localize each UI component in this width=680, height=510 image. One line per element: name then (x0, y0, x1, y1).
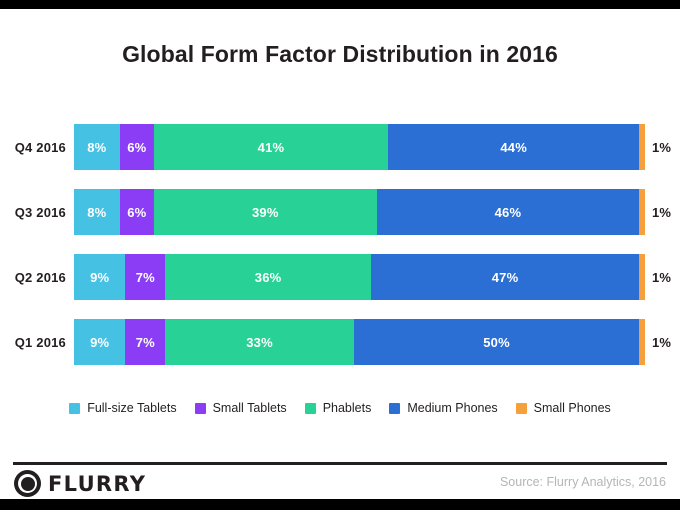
bar-segment[interactable]: 47% (370, 254, 640, 300)
segment-outside-value: 1% (652, 204, 672, 220)
chart-canvas: Global Form Factor Distribution in 2016 … (0, 0, 680, 510)
stacked-bar: 9% 7% 33% 50% (74, 319, 645, 365)
flurry-circle-logo-icon (14, 470, 41, 497)
stacked-bar: 8% 6% 41% 44% (74, 124, 645, 170)
stacked-bar: 8% 6% 39% 46% (74, 189, 645, 235)
row-category-label: Q1 2016 (14, 334, 66, 350)
source-attribution: Source: Flurry Analytics, 2016 (499, 475, 666, 489)
chart-row: Q1 2016 9% 7% 33% 50% 1% (0, 319, 680, 365)
legend-swatch-icon (69, 402, 81, 414)
legend-swatch-icon (304, 402, 316, 414)
bar-segment[interactable]: 6% (119, 124, 154, 170)
bar-segment[interactable] (639, 254, 645, 300)
legend-label: Medium Phones (407, 401, 498, 415)
chart-row: Q3 2016 8% 6% 39% 46% 1% (0, 189, 680, 235)
segment-outside-value: 1% (652, 269, 672, 285)
segment-outside-value: 1% (652, 334, 672, 350)
legend-label: Full-size Tablets (87, 401, 177, 415)
bar-segment[interactable]: 9% (74, 254, 126, 300)
bar-segment[interactable]: 39% (153, 189, 377, 235)
bar-segment[interactable]: 46% (376, 189, 640, 235)
legend-item[interactable]: Full-size Tablets (69, 401, 177, 415)
bar-segment[interactable] (639, 124, 645, 170)
bar-segment[interactable]: 44% (388, 124, 640, 170)
chart-row: Q4 2016 8% 6% 41% 44% 1% (0, 124, 680, 170)
segment-outside-value: 1% (652, 139, 672, 155)
legend-item[interactable]: Small Phones (515, 401, 611, 415)
legend-swatch-icon (515, 402, 527, 414)
legend-label: Small Phones (533, 401, 611, 415)
bar-segment[interactable]: 50% (353, 319, 640, 365)
top-border-bar (0, 0, 680, 9)
bar-segment[interactable]: 41% (153, 124, 389, 170)
legend-label: Phablets (322, 401, 372, 415)
brand-logo: FLURRY (14, 470, 146, 497)
bottom-border-bar (0, 499, 680, 510)
brand-name: FLURRY (48, 471, 147, 496)
bar-segment[interactable]: 8% (74, 189, 120, 235)
row-category-label: Q4 2016 (14, 139, 66, 155)
bar-segment[interactable]: 6% (119, 189, 154, 235)
bar-segment[interactable] (639, 319, 645, 365)
bar-segment[interactable]: 7% (125, 319, 166, 365)
bar-segment[interactable]: 8% (74, 124, 120, 170)
footer-divider (13, 462, 667, 465)
row-category-label: Q2 2016 (14, 269, 66, 285)
page-title: Global Form Factor Distribution in 2016 (122, 41, 558, 67)
legend-label: Small Tablets (212, 401, 287, 415)
legend-item[interactable]: Medium Phones (389, 401, 498, 415)
chart-legend: Full-size Tablets Small Tablets Phablets Me… (0, 401, 680, 415)
bar-segment[interactable]: 36% (165, 254, 371, 300)
chart-row: Q2 2016 9% 7% 36% 47% 1% (0, 254, 680, 300)
legend-swatch-icon (389, 402, 401, 414)
row-category-label: Q3 2016 (14, 204, 66, 220)
bar-segment[interactable]: 33% (165, 319, 354, 365)
bar-segment[interactable] (639, 189, 645, 235)
legend-swatch-icon (194, 402, 206, 414)
stacked-bar: 9% 7% 36% 47% (74, 254, 645, 300)
stacked-bar-plot: Q4 2016 8% 6% 41% 44% 1% Q3 2016 8% 6% 39% 46% 1% Q2… (0, 124, 680, 389)
footer: FLURRY Source: Flurry Analytics, 2016 (0, 468, 680, 499)
bar-segment[interactable]: 7% (125, 254, 166, 300)
bar-segment[interactable]: 9% (74, 319, 126, 365)
legend-item[interactable]: Small Tablets (194, 401, 287, 415)
legend-item[interactable]: Phablets (304, 401, 372, 415)
